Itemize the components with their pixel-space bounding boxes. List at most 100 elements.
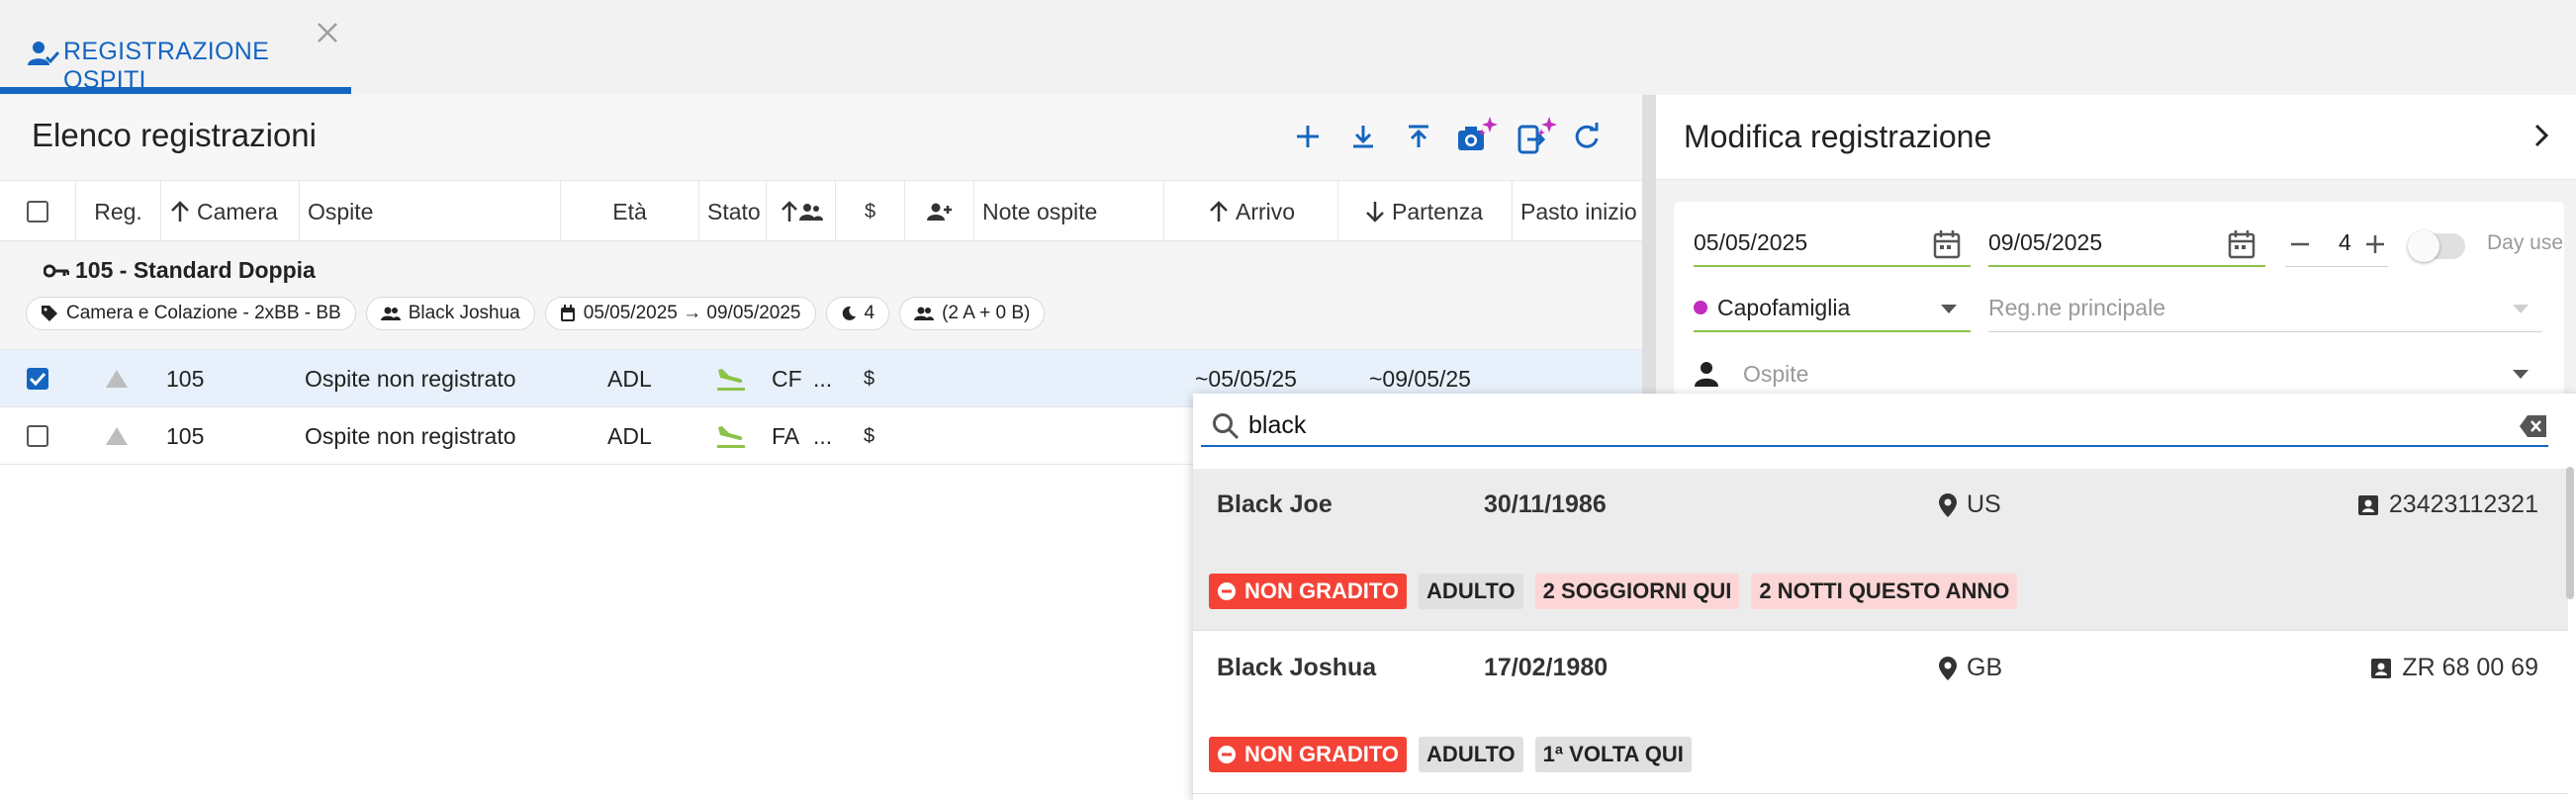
calendar-icon [560, 305, 575, 321]
column-reg[interactable]: Reg. [75, 181, 160, 242]
date-from-field[interactable]: 05/05/2025 [1694, 220, 1971, 267]
column-currency[interactable]: $ [835, 181, 904, 242]
not-welcome-badge: NON GRADITO [1209, 737, 1408, 772]
guest-result-item[interactable]: Black Joe 30/11/1986 US 23423112321 NON … [1193, 469, 2568, 631]
close-icon[interactable] [315, 20, 340, 45]
search-icon [1213, 413, 1240, 440]
role-color-dot [1694, 301, 1707, 314]
pax-chip: (2 A + 0 B) [899, 297, 1046, 330]
guest-result-item[interactable]: Black Joshua 17/02/1980 GB ZR 68 00 69 N… [1193, 632, 2568, 794]
stays-badge: 2 SOGGIORNI QUI [1534, 574, 1740, 609]
scan-photo-button[interactable] [1454, 115, 1498, 158]
plus-icon [1297, 126, 1319, 147]
column-add-guest[interactable] [904, 181, 973, 242]
currency-cell: $ [864, 367, 875, 390]
column-stato[interactable]: Stato [698, 181, 766, 242]
currency-cell: $ [864, 424, 875, 447]
download-button[interactable] [1341, 115, 1385, 158]
list-header: Elenco registrazioni [0, 95, 1642, 180]
refresh-button[interactable] [1565, 115, 1609, 158]
rate-chip: Camera e Colazione - 2xBB - BB [26, 297, 356, 330]
room-group-row[interactable]: 105 - Standard Doppia Camera e Colazione… [0, 241, 1642, 350]
edit-title: Modifica registrazione [1684, 119, 1992, 154]
upload-icon [1409, 125, 1428, 147]
first-time-badge: 1ª VOLTA QUI [1534, 737, 1692, 772]
upload-button[interactable] [1397, 115, 1440, 158]
moon-icon [842, 306, 856, 320]
table-header: Reg. Camera Ospite Età Stato $ Note ospi… [0, 180, 1642, 242]
guest-select[interactable]: Ospite [1694, 350, 2542, 398]
camera-cell: 105 [166, 422, 205, 449]
person-icon [1695, 362, 1718, 387]
more-cell: ... [813, 365, 833, 392]
caret-down-icon [1941, 305, 1957, 313]
tab-registrazione-ospiti[interactable]: REGISTRAZIONE OSPITI [0, 0, 351, 95]
tab-active-indicator [0, 87, 351, 94]
reg-status-cell [105, 407, 129, 465]
group-icon [798, 204, 823, 221]
age-badge: ADULTO [1419, 574, 1523, 609]
guest-search-dropdown: Black Joe 30/11/1986 US 23423112321 NON … [1193, 394, 2576, 800]
plus-icon[interactable] [2364, 233, 2386, 255]
calendar-icon[interactable] [2228, 229, 2255, 259]
column-eta[interactable]: Età [560, 181, 698, 242]
role-select[interactable]: Capofamiglia [1694, 285, 1971, 332]
dropdown-scrollbar[interactable] [2566, 467, 2574, 599]
id-card-icon [2357, 494, 2378, 515]
column-note[interactable]: Note ospite [973, 181, 1163, 242]
user-check-icon [28, 42, 59, 65]
column-partenza[interactable]: Partenza [1337, 181, 1512, 242]
arrow-up-icon [171, 201, 189, 222]
camera-sparkle-icon [1458, 117, 1498, 150]
arrow-up-icon [781, 201, 797, 222]
guest-chip: Black Joshua [365, 297, 535, 330]
main-registration-select[interactable]: Reg.ne principale [1988, 285, 2542, 332]
select-all-cell [0, 181, 75, 242]
result-document: 23423112321 [2357, 490, 2538, 519]
column-arrivo[interactable]: Arrivo [1163, 181, 1337, 242]
age-badge: ADULTO [1419, 737, 1523, 772]
row-select-cell [27, 407, 48, 465]
people-icon [914, 307, 935, 320]
scan-document-button[interactable] [1514, 115, 1557, 158]
column-group[interactable] [766, 181, 835, 242]
document-sparkle-icon [1518, 117, 1557, 154]
tab-bar: REGISTRAZIONE OSPITI [0, 0, 2576, 95]
minus-icon[interactable] [2289, 233, 2311, 255]
result-country: GB [1939, 654, 2002, 682]
guest-search-input[interactable] [1248, 407, 2485, 443]
select-all-checkbox[interactable] [27, 201, 48, 222]
location-pin-icon [1939, 492, 1957, 517]
result-document: ZR 68 00 69 [2370, 654, 2538, 682]
day-use-toggle[interactable] [2408, 230, 2465, 262]
column-camera[interactable]: Camera [160, 181, 299, 242]
date-to-field[interactable]: 09/05/2025 [1988, 220, 2265, 267]
nights-stepper[interactable]: 4 [2285, 220, 2388, 267]
column-ospite[interactable]: Ospite [299, 181, 560, 242]
type-cell: FA [772, 422, 800, 449]
reg-status-cell [105, 350, 129, 407]
plane-landing-icon [717, 426, 745, 448]
plane-landing-icon [717, 369, 745, 391]
guest-cell: Ospite non registrato [305, 422, 516, 449]
edit-header: Modifica registrazione [1656, 95, 2576, 180]
nights-badge: 2 NOTTI QUESTO ANNO [1751, 574, 2018, 609]
location-pin-icon [1939, 656, 1957, 680]
day-use-label: Day use [2487, 231, 2564, 254]
add-button[interactable] [1286, 115, 1330, 158]
type-cell: CF [772, 365, 802, 392]
backspace-icon[interactable] [2519, 413, 2548, 439]
block-icon [1218, 746, 1236, 763]
chevron-right-icon[interactable] [2525, 119, 2558, 152]
key-icon [44, 264, 69, 277]
group-title: 105 - Standard Doppia [44, 257, 316, 284]
guest-search-box [1201, 405, 2548, 447]
more-cell: ... [813, 422, 833, 449]
calendar-icon[interactable] [1933, 229, 1961, 259]
row-checkbox[interactable] [27, 425, 48, 447]
row-checkbox[interactable] [27, 368, 48, 390]
group-chips: Camera e Colazione - 2xBB - BB Black Jos… [26, 297, 1046, 330]
warning-triangle-icon [106, 370, 128, 388]
page-title: Elenco registrazioni [32, 117, 317, 153]
column-pasto[interactable]: Pasto inizio [1512, 181, 1642, 242]
